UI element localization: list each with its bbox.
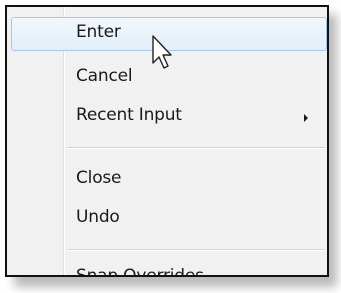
menu-item-label: Undo <box>76 207 120 227</box>
menu-item-close[interactable]: Close <box>7 161 325 201</box>
menu-item-label: Recent Input <box>76 105 182 125</box>
menu-separator-highlight <box>67 250 325 251</box>
menu-item-undo[interactable]: Undo <box>7 200 325 240</box>
menu-item-label: Close <box>76 168 122 188</box>
chevron-right-icon <box>304 114 308 122</box>
chevron-right-icon <box>304 275 308 277</box>
menu-item-recent-input[interactable]: Recent Input <box>7 98 325 138</box>
menu-separator-highlight <box>67 148 325 149</box>
menu-item-label: Enter <box>76 22 121 42</box>
menu-item-label: Cancel <box>76 66 133 86</box>
screenshot-stage: Enter Cancel Recent Input Close Undo Sna… <box>0 0 341 293</box>
menu-item-snap-overrides[interactable]: Snap Overrides <box>7 259 325 277</box>
mouse-cursor-icon <box>152 35 172 69</box>
menu-item-label: Snap Overrides <box>76 266 204 277</box>
